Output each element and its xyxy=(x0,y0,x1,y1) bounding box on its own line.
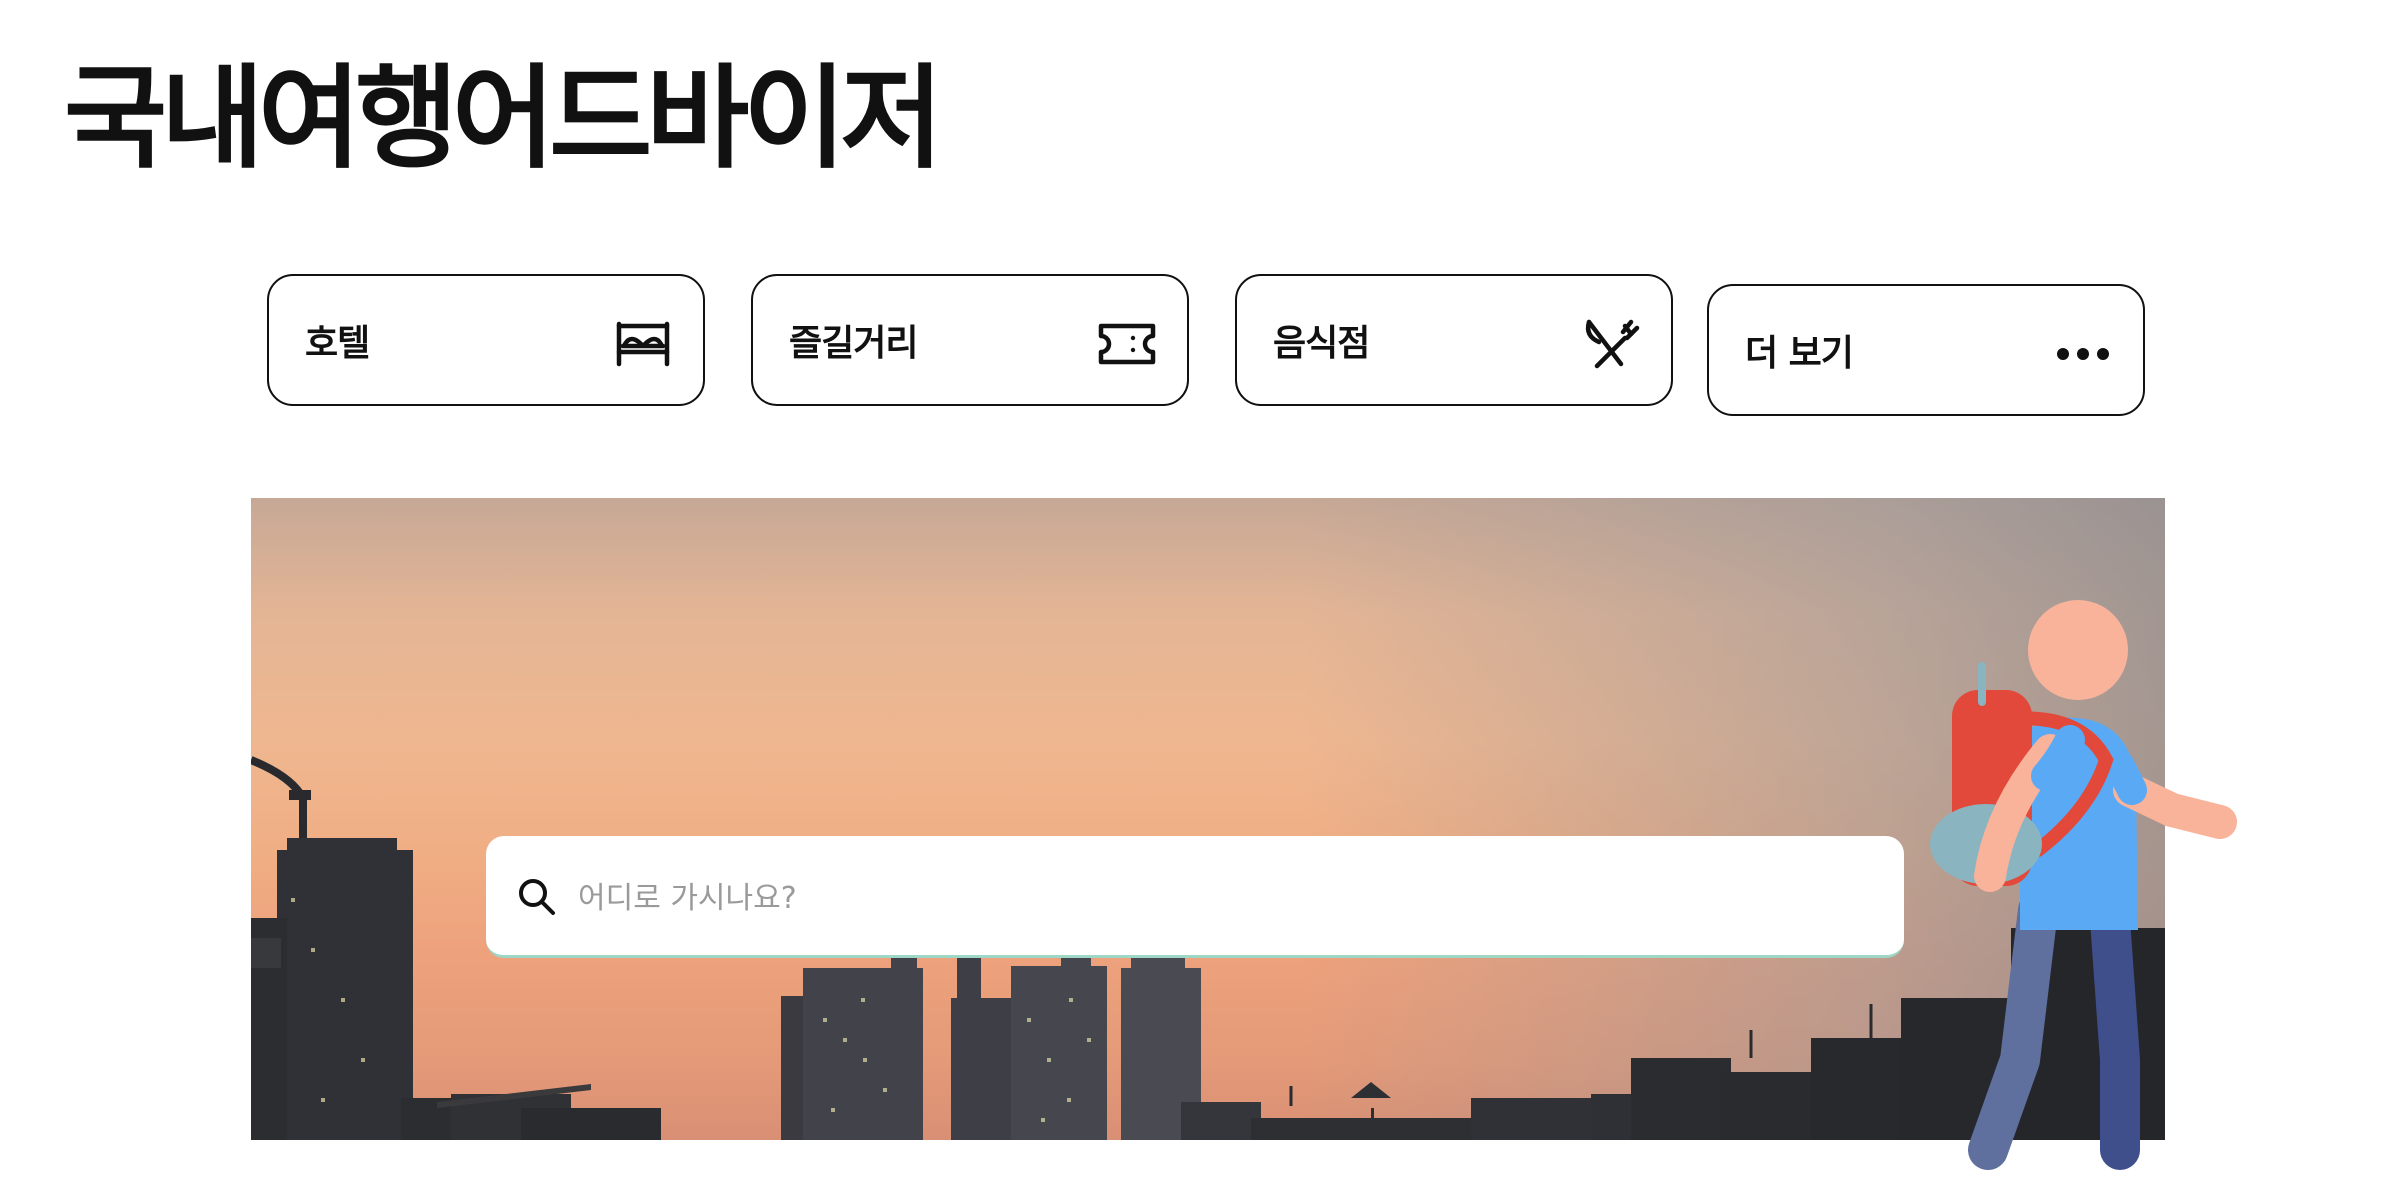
category-things-to-do-button[interactable]: 즐길거리 xyxy=(751,274,1189,406)
search-bar[interactable] xyxy=(486,836,1904,958)
ticket-icon xyxy=(1097,318,1157,370)
category-hotel-label: 호텔 xyxy=(305,323,370,364)
bed-icon xyxy=(613,318,673,370)
fork-knife-icon xyxy=(1581,318,1641,370)
category-more-button[interactable]: 더 보기 xyxy=(1707,284,2145,416)
category-more-label: 더 보기 xyxy=(1745,333,1854,374)
hero-image xyxy=(251,498,2165,1140)
search-icon xyxy=(516,876,558,918)
backpacker-illustration xyxy=(1930,600,2237,1170)
search-input[interactable] xyxy=(576,862,1860,934)
category-things-to-do-label: 즐길거리 xyxy=(789,323,918,364)
page: 국내여행어드바이저 호텔 즐길거리 음식점 더 보기 어디로 가시나요? xyxy=(0,0,2400,1190)
app-title: 국내여행어드바이저 xyxy=(64,54,943,184)
category-restaurant-label: 음식점 xyxy=(1273,323,1370,364)
more-dots-icon xyxy=(2053,328,2113,380)
city-skyline-image xyxy=(251,756,2165,1140)
category-hotel-button[interactable]: 호텔 xyxy=(267,274,705,406)
category-restaurant-button[interactable]: 음식점 xyxy=(1235,274,1673,406)
